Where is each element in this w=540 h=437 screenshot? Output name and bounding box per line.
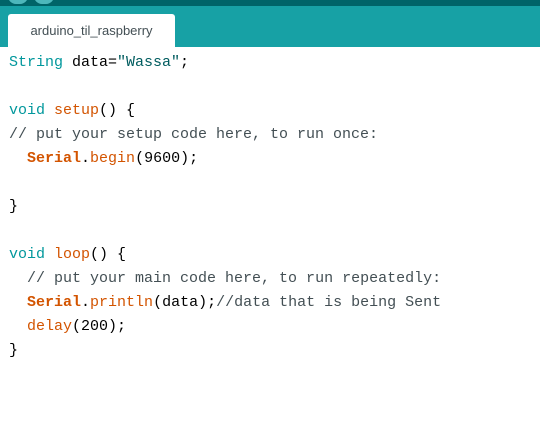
code-text[interactable]: String data="Wassa"; void setup() { // p…: [9, 51, 441, 363]
code-token: }: [9, 198, 19, 215]
function-name: loop: [54, 246, 91, 263]
code-token: ;: [180, 54, 190, 71]
code-token: .: [81, 150, 91, 167]
code-line-3[interactable]: void setup() {: [9, 99, 441, 123]
code-token: }: [9, 342, 19, 359]
type-keyword: void: [9, 102, 46, 119]
code-line-7[interactable]: }: [9, 195, 441, 219]
type-keyword: String: [9, 54, 64, 71]
tab-bar: arduino_til_raspberry: [0, 6, 540, 47]
comment: // put your main code here, to run repea…: [27, 270, 442, 287]
code-token: () {: [90, 246, 127, 263]
function-name: delay: [27, 318, 73, 335]
code-token: (data);: [153, 294, 217, 311]
tab-arduino-til-raspberry[interactable]: arduino_til_raspberry: [8, 14, 175, 47]
code-line-5[interactable]: Serial.begin(9600);: [9, 147, 441, 171]
code-line-12[interactable]: delay(200);: [9, 315, 441, 339]
code-line-9[interactable]: void loop() {: [9, 243, 441, 267]
code-line-8[interactable]: [9, 219, 441, 243]
comment: // put your setup code here, to run once…: [9, 126, 379, 143]
code-token: (9600);: [135, 150, 199, 167]
comment: //data that is being Sent: [216, 294, 442, 311]
code-line-10[interactable]: // put your main code here, to run repea…: [9, 267, 441, 291]
string-literal: "Wassa": [117, 54, 181, 71]
code-line-13[interactable]: }: [9, 339, 441, 363]
function-name: begin: [90, 150, 136, 167]
arduino-ide-window: arduino_til_raspberry String data="Wassa…: [0, 0, 540, 437]
verify-button[interactable]: [8, 0, 28, 4]
code-editor[interactable]: String data="Wassa"; void setup() { // p…: [0, 47, 540, 437]
function-name: println: [90, 294, 154, 311]
code-line-4[interactable]: // put your setup code here, to run once…: [9, 123, 441, 147]
code-line-6[interactable]: [9, 171, 441, 195]
code-line-1[interactable]: String data="Wassa";: [9, 51, 441, 75]
type-keyword: void: [9, 246, 46, 263]
code-line-11[interactable]: Serial.println(data);//data that is bein…: [9, 291, 441, 315]
class-name: Serial: [27, 294, 82, 311]
code-token: (200);: [72, 318, 127, 335]
code-line-2[interactable]: [9, 75, 441, 99]
class-name: Serial: [27, 150, 82, 167]
upload-button[interactable]: [34, 0, 54, 4]
code-token: data=: [63, 54, 118, 71]
code-token: () {: [99, 102, 136, 119]
code-token: .: [81, 294, 91, 311]
function-name: setup: [54, 102, 100, 119]
